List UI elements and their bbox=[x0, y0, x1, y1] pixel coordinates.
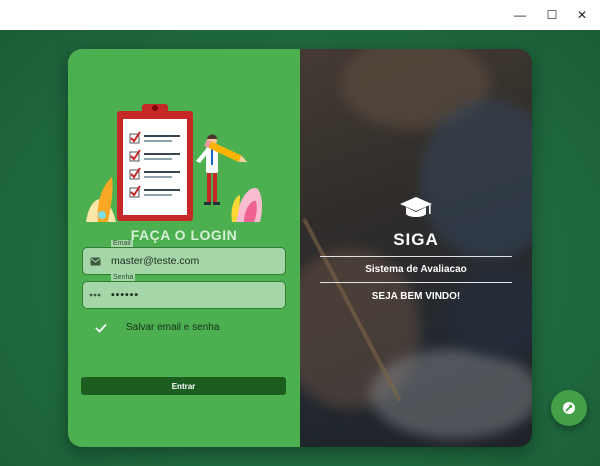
login-panel: FAÇA O LOGIN Email Senha •••••• Salvar e… bbox=[68, 49, 300, 447]
password-dots-icon bbox=[89, 289, 101, 301]
app-background: FAÇA O LOGIN Email Senha •••••• Salvar e… bbox=[0, 30, 600, 466]
password-field[interactable]: Senha •••••• bbox=[82, 274, 286, 309]
brand-panel: SIGA Sistema de Avaliacao SEJA BEM VINDO… bbox=[300, 49, 532, 447]
login-card: FAÇA O LOGIN Email Senha •••••• Salvar e… bbox=[68, 49, 532, 447]
welcome-text: SEJA BEM VINDO! bbox=[371, 291, 461, 302]
email-icon bbox=[89, 255, 101, 267]
clipboard-illustration bbox=[86, 104, 262, 222]
email-field[interactable]: Email bbox=[82, 240, 286, 275]
close-button[interactable]: ✕ bbox=[566, 0, 598, 30]
remember-checkbox[interactable] bbox=[94, 321, 108, 335]
brand-subtitle: Sistema de Avaliacao bbox=[365, 264, 467, 275]
maximize-button[interactable]: ☐ bbox=[536, 0, 568, 30]
minimize-button[interactable]: — bbox=[504, 0, 536, 30]
divider-top bbox=[320, 256, 512, 257]
divider-bottom bbox=[320, 282, 512, 283]
brand-name: SIGA bbox=[393, 230, 439, 249]
login-title: FAÇA O LOGIN bbox=[130, 227, 238, 243]
close-icon: ✕ bbox=[576, 8, 588, 22]
settings-fab[interactable] bbox=[551, 390, 587, 426]
graduation-cap-icon bbox=[400, 197, 432, 217]
login-button[interactable]: Entrar bbox=[81, 377, 286, 395]
email-label: Email bbox=[111, 240, 133, 247]
password-input[interactable]: •••••• bbox=[111, 282, 279, 308]
minimize-icon: — bbox=[514, 8, 526, 22]
window-titlebar: — ☐ ✕ bbox=[0, 0, 600, 31]
check-icon bbox=[95, 323, 107, 333]
password-label: Senha bbox=[111, 274, 136, 281]
remember-label: Salvar email e senha bbox=[126, 322, 220, 333]
email-input[interactable] bbox=[111, 248, 279, 274]
maximize-icon: ☐ bbox=[546, 8, 558, 22]
wrench-icon bbox=[563, 402, 575, 414]
